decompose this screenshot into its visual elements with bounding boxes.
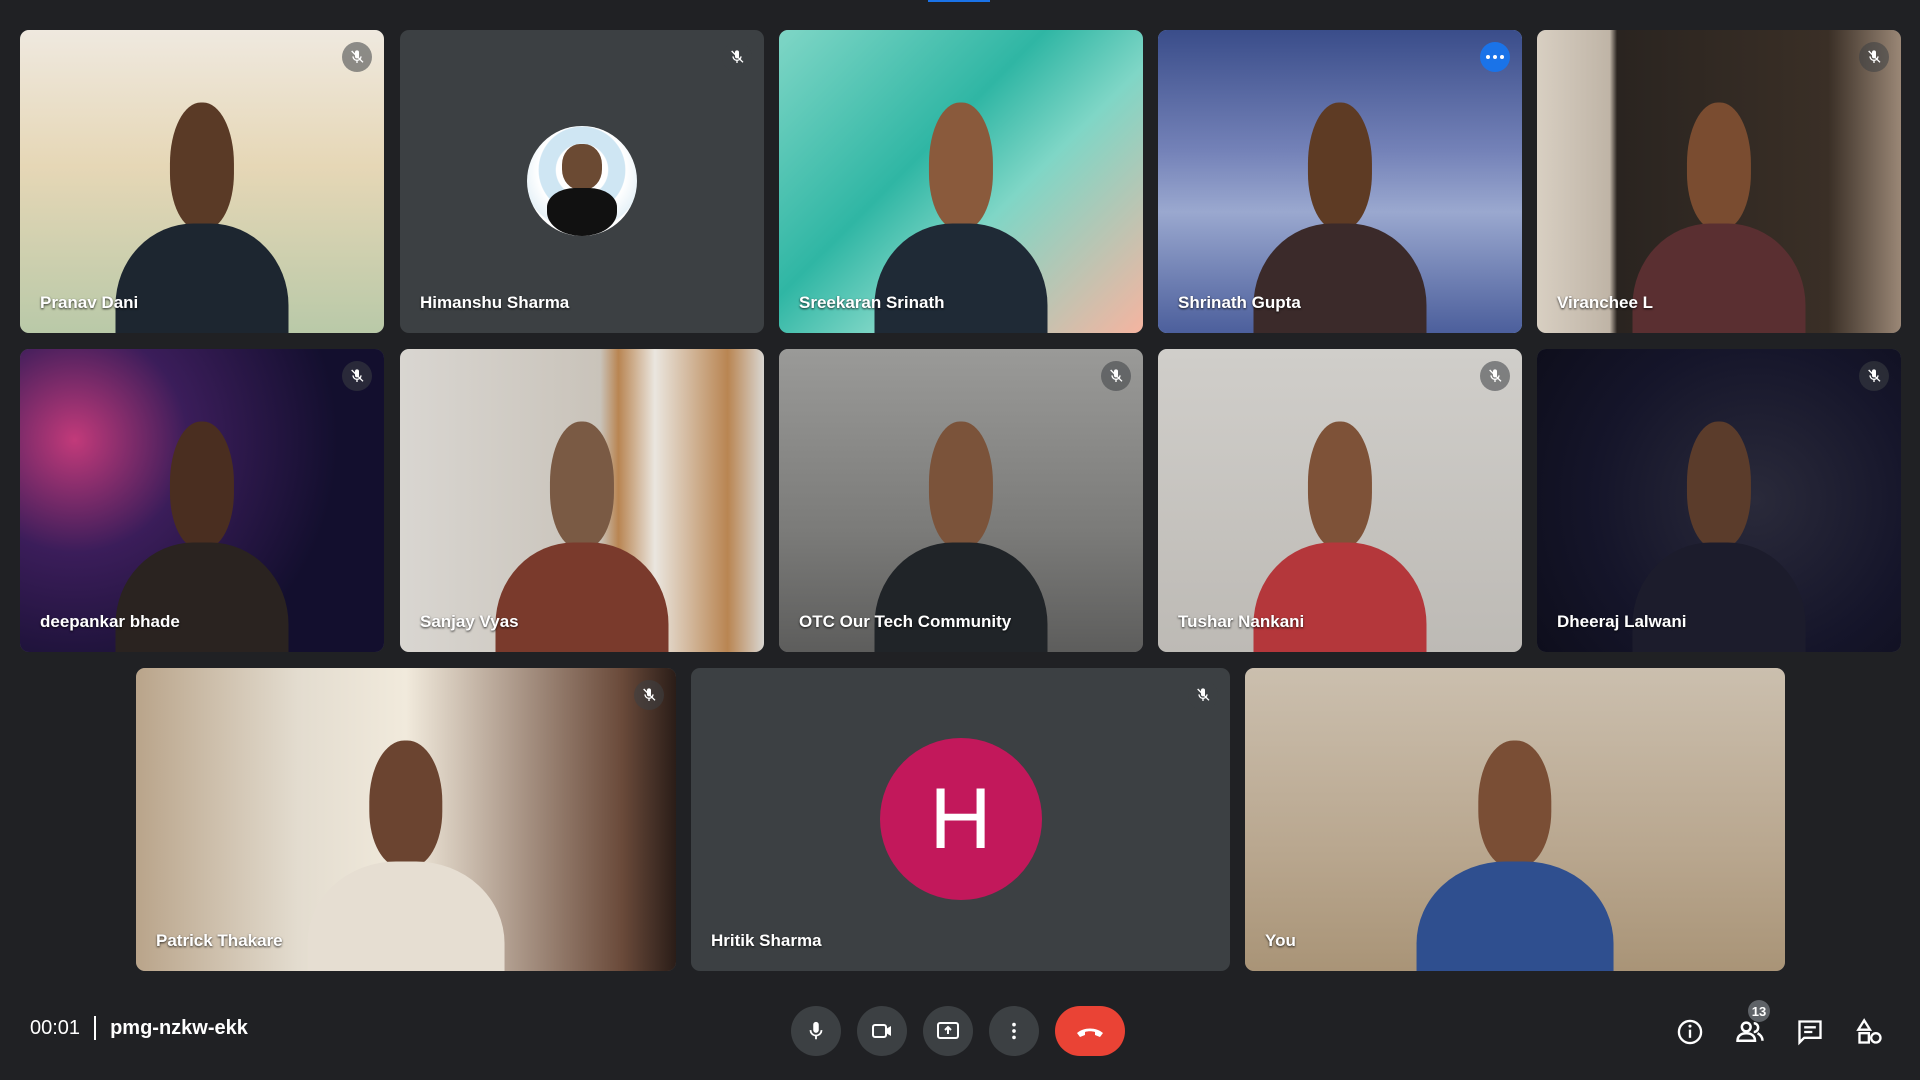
participant-tile-sanjay-vyas[interactable]: Sanjay Vyas — [400, 349, 764, 652]
participant-name: You — [1265, 931, 1296, 950]
avatar-letter: H — [929, 770, 992, 867]
mic-muted-icon — [722, 42, 752, 72]
participant-name: Hritik Sharma — [711, 931, 822, 950]
mic-muted-icon — [1188, 680, 1218, 710]
participant-tile-hritik-sharma[interactable]: H Hritik Sharma — [691, 668, 1230, 971]
participant-video — [1416, 686, 1614, 971]
participant-video — [495, 367, 669, 652]
participant-tile-deepankar-bhade[interactable]: deepankar bhade — [20, 349, 384, 652]
participant-tile-shrinath-gupta[interactable]: Shrinath Gupta — [1158, 30, 1522, 333]
participant-video — [1253, 48, 1427, 333]
participant-name: Dheeraj Lalwani — [1557, 612, 1687, 631]
participant-tile-sreekaran-srinath[interactable]: Sreekaran Srinath — [779, 30, 1143, 333]
bottom-toolbar: 00:01 pmg-nzkw-ekk 13 — [0, 990, 1920, 1080]
call-controls — [791, 1006, 1125, 1056]
microphone-button[interactable] — [791, 1006, 841, 1056]
participant-tile-tushar-nankani[interactable]: Tushar Nankani — [1158, 349, 1522, 652]
mic-muted-icon — [1859, 361, 1889, 391]
participant-video — [1632, 48, 1806, 333]
camera-button[interactable] — [857, 1006, 907, 1056]
participant-tile-you[interactable]: You — [1245, 668, 1785, 971]
meeting-code: pmg-nzkw-ekk — [110, 1016, 248, 1039]
meeting-info: 00:01 pmg-nzkw-ekk — [30, 1016, 248, 1040]
participant-video — [115, 367, 289, 652]
participant-video — [115, 48, 289, 333]
participant-name: deepankar bhade — [40, 612, 180, 631]
mic-muted-icon — [342, 361, 372, 391]
participant-count-badge: 13 — [1748, 1000, 1770, 1022]
leave-call-button[interactable] — [1055, 1006, 1125, 1056]
participant-name: Sanjay Vyas — [420, 612, 519, 631]
call-end-icon — [1077, 1028, 1103, 1037]
info-icon — [1677, 1019, 1703, 1045]
active-tab-indicator — [928, 0, 990, 2]
participant-name: Shrinath Gupta — [1178, 293, 1301, 312]
participant-name: Patrick Thakare — [156, 931, 283, 950]
activities-icon — [1856, 1018, 1882, 1044]
participant-tile-otc-our-tech-community[interactable]: OTC Our Tech Community — [779, 349, 1143, 652]
chat-icon — [1798, 1020, 1822, 1046]
divider — [94, 1016, 97, 1040]
participant-video — [307, 686, 505, 971]
mic-icon — [809, 1021, 823, 1040]
present-now-button[interactable] — [923, 1006, 973, 1056]
participant-name: OTC Our Tech Community — [799, 612, 1012, 631]
side-panel-controls: 13 — [1670, 1000, 1890, 1052]
mic-muted-icon — [342, 42, 372, 72]
mic-muted-icon — [1101, 361, 1131, 391]
participant-avatar: H — [879, 738, 1042, 900]
participant-name: Himanshu Sharma — [420, 293, 570, 312]
mic-muted-icon — [634, 680, 664, 710]
participant-video — [1632, 367, 1806, 652]
mic-muted-icon — [1480, 361, 1510, 391]
participant-avatar — [527, 126, 637, 236]
participant-video — [1253, 367, 1427, 652]
participant-video — [874, 48, 1048, 333]
participant-name: Sreekaran Srinath — [799, 293, 945, 312]
more-options-icon[interactable] — [1480, 42, 1510, 72]
participant-tile-himanshu-sharma[interactable]: Himanshu Sharma — [400, 30, 764, 333]
participant-tile-dheeraj-lalwani[interactable]: Dheeraj Lalwani — [1537, 349, 1901, 652]
participant-name: Pranav Dani — [40, 293, 139, 312]
participant-video — [874, 367, 1048, 652]
participant-name: Tushar Nankani — [1178, 612, 1305, 631]
meeting-time: 00:01 — [30, 1016, 81, 1039]
more-options-button[interactable] — [989, 1006, 1039, 1056]
mic-muted-icon — [1859, 42, 1889, 72]
present-screen-icon — [937, 1022, 959, 1039]
participant-name: Viranchee L — [1557, 293, 1654, 312]
meeting-details-button[interactable] — [1670, 1012, 1710, 1052]
participant-tile-viranchee-l[interactable]: Viranchee L — [1537, 30, 1901, 333]
more-vert-icon — [1012, 1022, 1016, 1040]
activities-button[interactable] — [1850, 1012, 1890, 1052]
videocam-icon — [872, 1024, 891, 1038]
chat-button[interactable] — [1790, 1012, 1830, 1052]
participant-tile-pranav-dani[interactable]: Pranav Dani — [20, 30, 384, 333]
participant-tile-patrick-thakare[interactable]: Patrick Thakare — [136, 668, 676, 971]
participants-button[interactable]: 13 — [1730, 1000, 1770, 1052]
